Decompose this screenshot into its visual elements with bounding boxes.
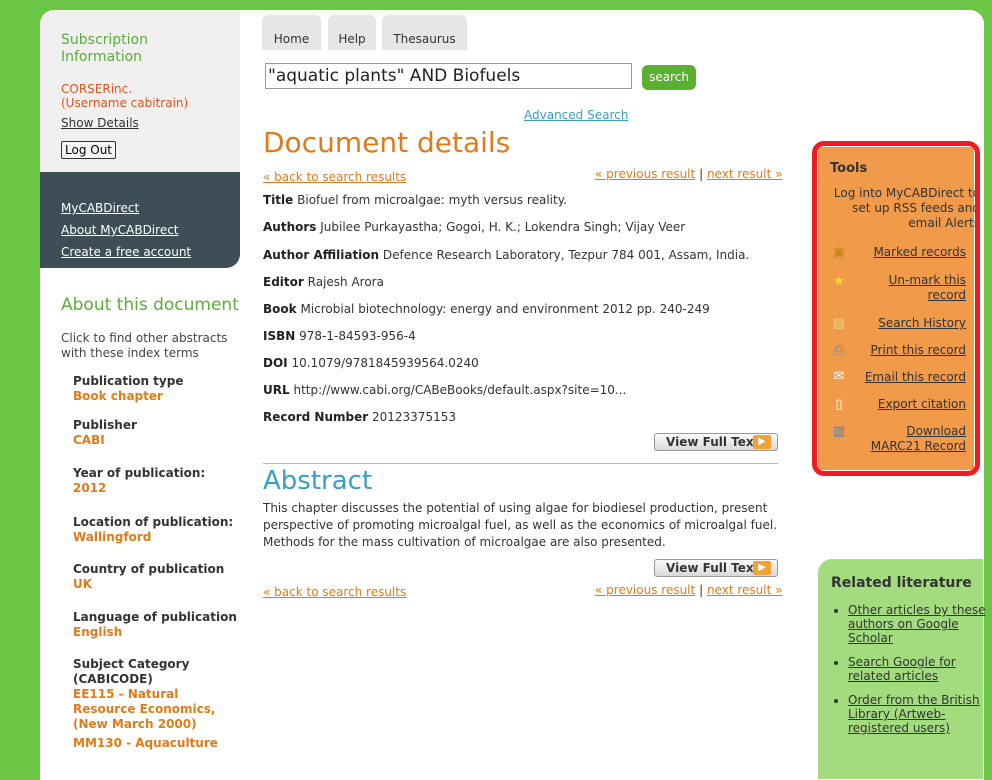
field-book: Book Microbial biotechnology: energy and… [263,302,710,316]
subscription-title: Subscription Information [61,32,148,65]
pager-separator: | [699,167,704,181]
related-item[interactable]: Search Google for related articles [848,655,988,683]
field-url: URL http://www.cabi.org/CABeBooks/defaul… [263,383,626,397]
index-term-value[interactable]: MM130 - Aquaculture [73,736,243,751]
index-term-label: Language of publication [73,610,237,624]
field-label: Editor [263,275,304,289]
subscription-box: Subscription Information CORSERinc. (Use… [40,10,240,172]
logout-button[interactable]: Log Out [61,141,117,159]
field-value: Jubilee Purkayastha; Gogoi, H. K.; Loken… [320,220,686,234]
search-button[interactable]: search [642,65,696,90]
index-term-label: Country of publication [73,562,225,576]
field-authors: Authors Jubilee Purkayastha; Gogoi, H. K… [263,220,685,234]
arrow-right-icon: ▶ [753,435,771,449]
index-term-value[interactable]: Book chapter [73,389,243,404]
username-line: (Username cabitrain) [61,96,188,110]
field-doi: DOI 10.1079/9781845939564.0240 [263,356,479,370]
pager-separator: | [699,583,704,597]
index-term: Subject Category (CABICODE) EE115 - Natu… [73,657,243,732]
index-term-label: Publisher [73,418,137,432]
show-details-link[interactable]: Show Details [61,116,139,130]
index-term-label: Year of publication: [73,466,206,480]
back-to-results-link[interactable]: « back to search results [263,585,406,599]
about-document-title: About this document [61,295,239,315]
previous-result-link[interactable]: « previous result [595,167,695,181]
field-label: ISBN [263,329,296,343]
view-full-text-button[interactable]: View Full Text ▶ [654,433,778,451]
mycabdirect-box: MyCABDirect About MyCABDirect Create a f… [40,172,240,268]
index-term-value[interactable]: 2012 [73,481,243,496]
highlight-frame [812,141,980,476]
related-item[interactable]: Order from the British Library (Artweb-r… [848,693,988,735]
index-term-value[interactable]: EE115 - Natural Resource Economics, (New… [73,687,243,732]
field-label: URL [263,383,290,397]
next-result-link[interactable]: next result » [707,583,783,597]
related-item[interactable]: Other articles by these authors on Googl… [848,603,988,645]
next-result-link[interactable]: next result » [707,167,783,181]
field-value: Microbial biotechnology: energy and envi… [300,302,710,316]
index-term: Year of publication: 2012 [73,466,243,496]
field-value: Biofuel from microalgae: myth versus rea… [297,193,567,207]
index-term-label: Location of publication: [73,515,234,529]
subscriber-name: CORSERinc. [61,82,133,96]
field-value: 10.1079/9781845939564.0240 [291,356,479,370]
abstract-text: This chapter discusses the potential of … [263,501,778,549]
about-mycabdirect-link[interactable]: About MyCABDirect [61,223,179,237]
view-full-text-button[interactable]: View Full Text ▶ [654,559,778,577]
tab-home[interactable]: Home [262,15,321,50]
field-label: Authors [263,220,317,234]
index-term-label: Publication type [73,374,184,388]
field-label: DOI [263,356,288,370]
result-pager: « previous result | next result » [595,167,782,181]
field-value: 978-1-84593-956-4 [299,329,416,343]
field-label: Record Number [263,410,369,424]
field-record-number: Record Number 20123375153 [263,410,456,424]
field-value: Defence Research Laboratory, Tezpur 784 … [382,248,750,262]
field-title: Title Biofuel from microalgae: myth vers… [263,193,567,207]
field-label: Title [263,193,294,207]
field-label: Author Affiliation [263,248,380,262]
view-full-text-label: View Full Text [666,561,760,575]
result-pager: « previous result | next result » [595,583,782,597]
field-affiliation: Author Affiliation Defence Research Labo… [263,248,749,262]
abstract-title: Abstract [263,466,373,496]
index-term: Publication type Book chapter [73,374,243,404]
related-title: Related literature [831,575,972,591]
field-isbn: ISBN 978-1-84593-956-4 [263,329,416,343]
tab-thesaurus[interactable]: Thesaurus [382,15,467,50]
back-to-results-link[interactable]: « back to search results [263,170,406,184]
tab-help[interactable]: Help [328,15,376,50]
index-term-value[interactable]: CABI [73,433,243,448]
index-term: Publisher CABI [73,418,243,448]
index-term: MM130 - Aquaculture [73,736,243,751]
index-term-value[interactable]: English [73,625,243,640]
index-term-value[interactable]: UK [73,577,243,592]
view-full-text-label: View Full Text [666,435,760,449]
field-value: 20123375153 [372,410,456,424]
field-value[interactable]: http://www.cabi.org/CABeBooks/default.as… [293,383,626,397]
previous-result-link[interactable]: « previous result [595,583,695,597]
related-list: Other articles by these authors on Googl… [818,603,988,745]
index-term: Language of publication English [73,610,243,640]
search-input[interactable]: "aquatic plants" AND Biofuels [265,63,632,89]
create-account-link[interactable]: Create a free account [61,245,191,259]
field-editor: Editor Rajesh Arora [263,275,384,289]
username-prefix: (Username [61,96,131,110]
field-label: Book [263,302,297,316]
index-term: Location of publication: Wallingford [73,515,243,545]
advanced-search-link[interactable]: Advanced Search [524,108,628,122]
divider [263,463,778,464]
about-document-description: Click to find other abstracts with these… [61,331,228,360]
arrow-right-icon: ▶ [753,561,771,575]
index-term-value[interactable]: Wallingford [73,530,243,545]
field-value: Rajesh Arora [307,275,384,289]
mycabdirect-link[interactable]: MyCABDirect [61,201,139,215]
page-title: Document details [263,126,511,159]
related-literature-panel: Related literature Other articles by the… [818,559,985,779]
username: cabitrain [130,96,184,110]
index-term: Country of publication UK [73,562,243,592]
username-suffix: ) [183,96,189,110]
index-term-label: Subject Category (CABICODE) [73,657,190,686]
